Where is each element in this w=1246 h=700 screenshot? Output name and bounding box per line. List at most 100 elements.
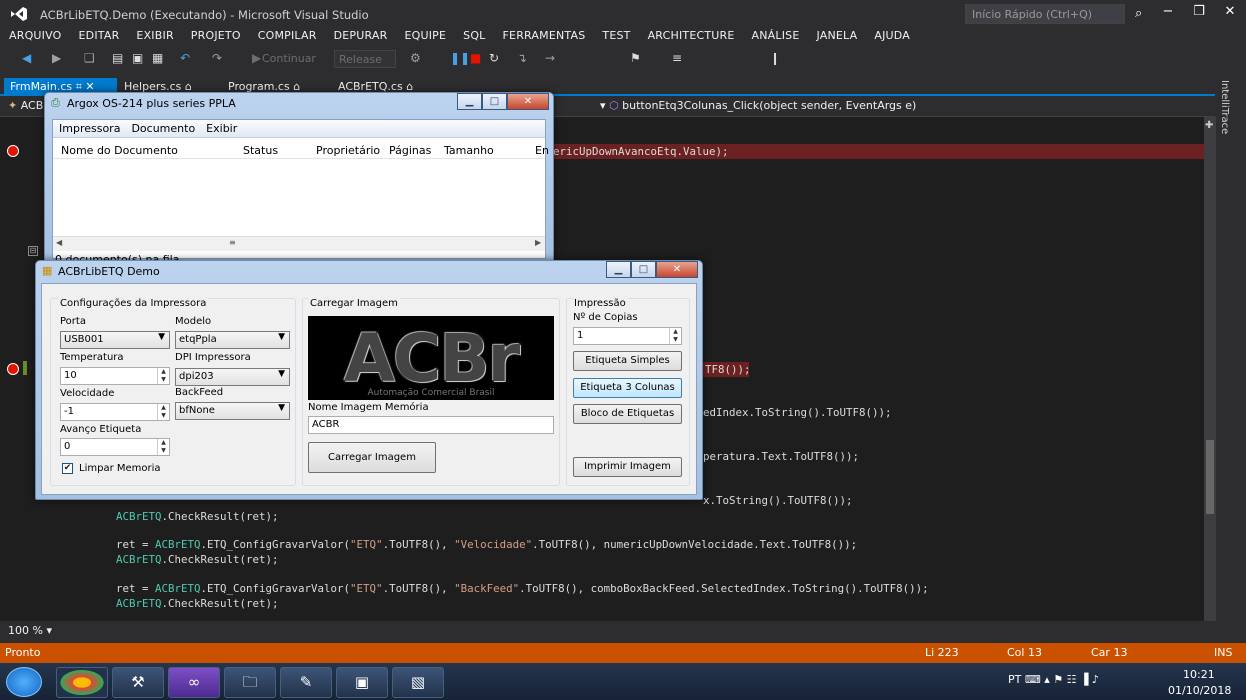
- menu-impressora[interactable]: Impressora: [53, 120, 125, 135]
- bookmark-icon[interactable]: ❙: [770, 51, 780, 65]
- undo-icon[interactable]: ↶: [180, 51, 190, 65]
- menu-arquivo[interactable]: ARQUIVO: [0, 28, 70, 42]
- collapse-icon[interactable]: ⊟: [28, 246, 38, 256]
- spin-arrows-icon[interactable]: ▲ ▼: [669, 328, 681, 344]
- format-icon[interactable]: ≡: [672, 51, 682, 65]
- chrome-icon[interactable]: [56, 667, 108, 698]
- close-icon[interactable]: ✕: [1217, 4, 1243, 22]
- menu-exibir[interactable]: EXIBIR: [127, 28, 181, 42]
- scroll-right-icon[interactable]: ▶: [535, 238, 541, 247]
- imprimir-imagem-button[interactable]: Imprimir Imagem: [573, 457, 682, 477]
- class-dropdown[interactable]: ✦ ACB: [8, 99, 43, 112]
- horizontal-scrollbar[interactable]: ◀ ≡ ▶: [53, 236, 545, 251]
- clock-date[interactable]: 01/10/2018: [1168, 684, 1231, 697]
- minimize-icon[interactable]: ▁: [457, 93, 482, 110]
- menu-architecture[interactable]: ARCHITECTURE: [639, 28, 743, 42]
- carregar-imagem-button[interactable]: Carregar Imagem: [308, 442, 436, 473]
- menu-equipe[interactable]: EQUIPE: [395, 28, 454, 42]
- restore-icon[interactable]: ❐: [1186, 4, 1212, 22]
- close-icon[interactable]: ✕: [507, 93, 549, 110]
- method-dropdown[interactable]: ▾ ⬡ buttonEtq3Colunas_Click(object sende…: [600, 99, 916, 112]
- clock-time[interactable]: 10:21: [1183, 668, 1215, 681]
- breakpoint-icon[interactable]: [7, 145, 19, 157]
- printer-app-icon[interactable]: ▧: [392, 667, 444, 698]
- maximize-icon[interactable]: □: [631, 261, 656, 278]
- column-tamanho[interactable]: Tamanho: [444, 144, 494, 157]
- etiqueta-3-colunas-button[interactable]: Etiqueta 3 Colunas: [573, 378, 682, 398]
- menu-janela[interactable]: JANELA: [808, 28, 866, 42]
- continue-button[interactable]: Continuar: [262, 52, 316, 65]
- breakpoint-icon[interactable]: ⚑: [630, 51, 641, 65]
- search-icon[interactable]: ⌕: [1135, 6, 1142, 21]
- etiqueta-simples-button[interactable]: Etiqueta Simples: [573, 351, 682, 371]
- velocidade-stepper[interactable]: -1 ▲ ▼: [60, 403, 170, 421]
- configuration-select[interactable]: Release: [334, 50, 396, 68]
- scroll-grip-icon[interactable]: ≡: [229, 238, 236, 247]
- menu-exibir[interactable]: Exibir: [200, 120, 242, 135]
- zoom-level[interactable]: 100 % ▾: [8, 624, 52, 637]
- modelo-select[interactable]: etqPpla ▼: [175, 331, 290, 349]
- step-over-icon[interactable]: →: [545, 51, 555, 65]
- menu-projeto[interactable]: PROJETO: [182, 28, 249, 42]
- nome-imagem-input[interactable]: ACBR: [308, 416, 554, 434]
- folder-icon[interactable]: 🗀: [224, 667, 276, 698]
- spin-arrows-icon[interactable]: ▲ ▼: [157, 439, 169, 455]
- play-icon[interactable]: ▶: [252, 51, 261, 65]
- spin-arrows-icon[interactable]: ▲ ▼: [157, 368, 169, 384]
- split-icon[interactable]: ✚: [1205, 120, 1213, 131]
- spin-arrows-icon[interactable]: ▲ ▼: [157, 404, 169, 420]
- column-status[interactable]: Status: [243, 144, 278, 157]
- tools-icon[interactable]: ⚒: [112, 667, 164, 698]
- open-icon[interactable]: ▤: [112, 51, 123, 65]
- bloco-etiquetas-button[interactable]: Bloco de Etiquetas: [573, 404, 682, 424]
- dpi-select[interactable]: dpi203 ▼: [175, 368, 290, 386]
- menu-editar[interactable]: EDITAR: [70, 28, 128, 42]
- restart-icon[interactable]: ↻: [489, 51, 499, 65]
- minimize-icon[interactable]: ▁: [606, 261, 631, 278]
- pause-icon[interactable]: ❚❚: [450, 51, 470, 65]
- column-paginas[interactable]: Páginas: [389, 144, 431, 157]
- quick-launch-input[interactable]: Início Rápido (Ctrl+Q): [965, 4, 1125, 24]
- avanco-stepper[interactable]: 0 ▲ ▼: [60, 438, 170, 456]
- copias-stepper[interactable]: 1 ▲ ▼: [573, 327, 682, 345]
- menu-ajuda[interactable]: AJUDA: [865, 28, 918, 42]
- new-project-icon[interactable]: ❑: [84, 51, 95, 65]
- scroll-left-icon[interactable]: ◀: [56, 238, 62, 247]
- save-all-icon[interactable]: ▦: [152, 51, 163, 65]
- stop-icon[interactable]: ■: [470, 51, 481, 65]
- menu-sql[interactable]: SQL: [454, 28, 493, 42]
- attach-icon[interactable]: ⚙: [410, 51, 421, 65]
- maximize-icon[interactable]: □: [482, 93, 507, 110]
- start-button[interactable]: [6, 667, 42, 697]
- class-icon: ✦: [8, 99, 18, 112]
- porta-select[interactable]: USB001 ▼: [60, 331, 170, 349]
- save-icon[interactable]: ▣: [132, 51, 143, 65]
- minimize-icon[interactable]: −: [1155, 4, 1181, 22]
- column-enviado[interactable]: En: [535, 144, 549, 157]
- language-indicator[interactable]: PT: [1008, 673, 1021, 686]
- column-proprietario[interactable]: Proprietário: [316, 144, 380, 157]
- horizontal-scrollbar[interactable]: [0, 621, 1216, 639]
- menu-analise[interactable]: ANÁLISE: [743, 28, 808, 42]
- menu-test[interactable]: TEST: [593, 28, 638, 42]
- backfeed-select[interactable]: bfNone ▼: [175, 402, 290, 420]
- breakpoint-icon[interactable]: [7, 363, 19, 375]
- scrollbar-thumb[interactable]: [1206, 440, 1214, 514]
- menu-documento[interactable]: Documento: [125, 120, 200, 135]
- remote-desktop-icon[interactable]: ▣: [336, 667, 388, 698]
- visual-studio-icon[interactable]: ∞: [168, 667, 220, 698]
- column-nome-documento[interactable]: Nome do Documento: [61, 144, 178, 157]
- temperatura-stepper[interactable]: 10 ▲ ▼: [60, 367, 170, 385]
- menu-compilar[interactable]: COMPILAR: [249, 28, 325, 42]
- menu-ferramentas[interactable]: FERRAMENTAS: [494, 28, 594, 42]
- notepad-icon[interactable]: ✎: [280, 667, 332, 698]
- intellitrace-tab[interactable]: IntelliTrace: [1219, 80, 1230, 134]
- forward-icon[interactable]: ▶: [52, 51, 61, 65]
- step-into-icon[interactable]: ↴: [517, 51, 527, 65]
- redo-icon[interactable]: ↷: [212, 51, 222, 65]
- limpar-memoria-checkbox[interactable]: ✔: [62, 463, 73, 474]
- close-icon[interactable]: ✕: [656, 261, 698, 278]
- menu-depurar[interactable]: DEPURAR: [325, 28, 396, 42]
- vertical-scrollbar[interactable]: [1204, 117, 1216, 621]
- back-icon[interactable]: ◀: [22, 51, 31, 65]
